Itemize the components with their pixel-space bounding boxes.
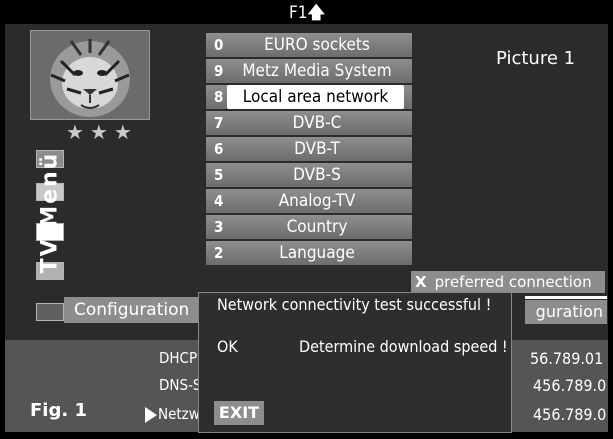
info-label-network: Netzw <box>158 405 200 423</box>
menu-item-label: Language <box>279 243 355 263</box>
menu-item-number: 3 <box>214 218 224 236</box>
rating-stars: ★★★ <box>66 120 138 144</box>
menu-item[interactable]: 2 Language <box>206 241 412 265</box>
tv-menu-vertical-label: TV-Menü <box>37 151 63 274</box>
f1-label: F1 <box>288 3 308 23</box>
menu-item-number: 9 <box>214 62 224 80</box>
info-value: 56.789.01 <box>530 349 604 368</box>
menu-item[interactable]: 4 Analog-TV <box>206 189 412 213</box>
menu-item-number: 7 <box>214 114 224 132</box>
menu-square[interactable] <box>36 303 64 321</box>
menu-item-number: 2 <box>214 244 224 262</box>
menu-item-number: 6 <box>214 140 224 158</box>
menu-item-label: Analog-TV <box>278 191 356 211</box>
menu-item-label: EURO sockets <box>264 35 370 55</box>
f1-marker: F1🡅 <box>280 2 334 24</box>
divider <box>525 296 607 299</box>
dialog-download-speed-option[interactable]: Determine download speed ! <box>299 337 508 356</box>
info-label-dns: DNS-S <box>159 376 202 394</box>
menu-item[interactable]: 0 EURO sockets <box>206 33 412 57</box>
arrow-up-icon: 🡅 <box>307 3 325 23</box>
tiger-thumbnail <box>30 30 150 120</box>
menu-item-label: Local area network <box>227 85 404 109</box>
info-label-dhcp: DHCP <box>159 349 198 367</box>
main-menu: 0 EURO sockets 9 Metz Media System 8 Local … <box>206 33 412 267</box>
menu-item-number: 4 <box>214 192 224 210</box>
menu-item-label: Metz Media System <box>242 61 392 81</box>
preferred-connection-option[interactable]: Xpreferred connection <box>411 271 605 293</box>
menu-item[interactable]: 5 DVB-S <box>206 163 412 187</box>
menu-item[interactable]: 3 Country <box>206 215 412 239</box>
configuration-left-button[interactable]: Configuration <box>64 297 204 323</box>
menu-item-selected[interactable]: 8 Local area network <box>206 85 412 109</box>
preferred-connection-label: preferred connection <box>434 273 592 291</box>
menu-item[interactable]: 7 DVB-C <box>206 111 412 135</box>
figure-label: Fig. 1 <box>30 400 87 421</box>
menu-item-label: DVB-S <box>293 165 341 185</box>
screen: F1🡅 ★★★ TV-Menü 0 EURO sockets 9 Metz Medi… <box>0 0 613 439</box>
info-value: 456.789.0 <box>533 376 607 395</box>
menu-item-label: DVB-C <box>292 113 342 133</box>
menu-item-number: 0 <box>214 36 224 54</box>
info-value: 456.789.0 <box>533 405 607 424</box>
menu-item-number: 5 <box>214 166 224 184</box>
menu-item-number: 8 <box>214 88 224 106</box>
picture-label: Picture 1 <box>496 48 576 69</box>
menu-item[interactable]: 9 Metz Media System <box>206 59 412 83</box>
dialog-message: Network connectivity test successful ! <box>217 295 492 314</box>
menu-item-label: DVB-T <box>294 139 340 159</box>
play-arrow-icon <box>145 407 157 423</box>
menu-item[interactable]: 6 DVB-T <box>206 137 412 161</box>
exit-button[interactable]: EXIT <box>214 401 264 425</box>
preferred-checkbox-mark: X <box>415 273 427 291</box>
configuration-right-button[interactable]: guration <box>525 300 607 324</box>
menu-item-label: Country <box>286 217 348 237</box>
connectivity-dialog: Network connectivity test successful ! O… <box>198 292 512 433</box>
dialog-ok-option[interactable]: OK <box>217 337 238 356</box>
